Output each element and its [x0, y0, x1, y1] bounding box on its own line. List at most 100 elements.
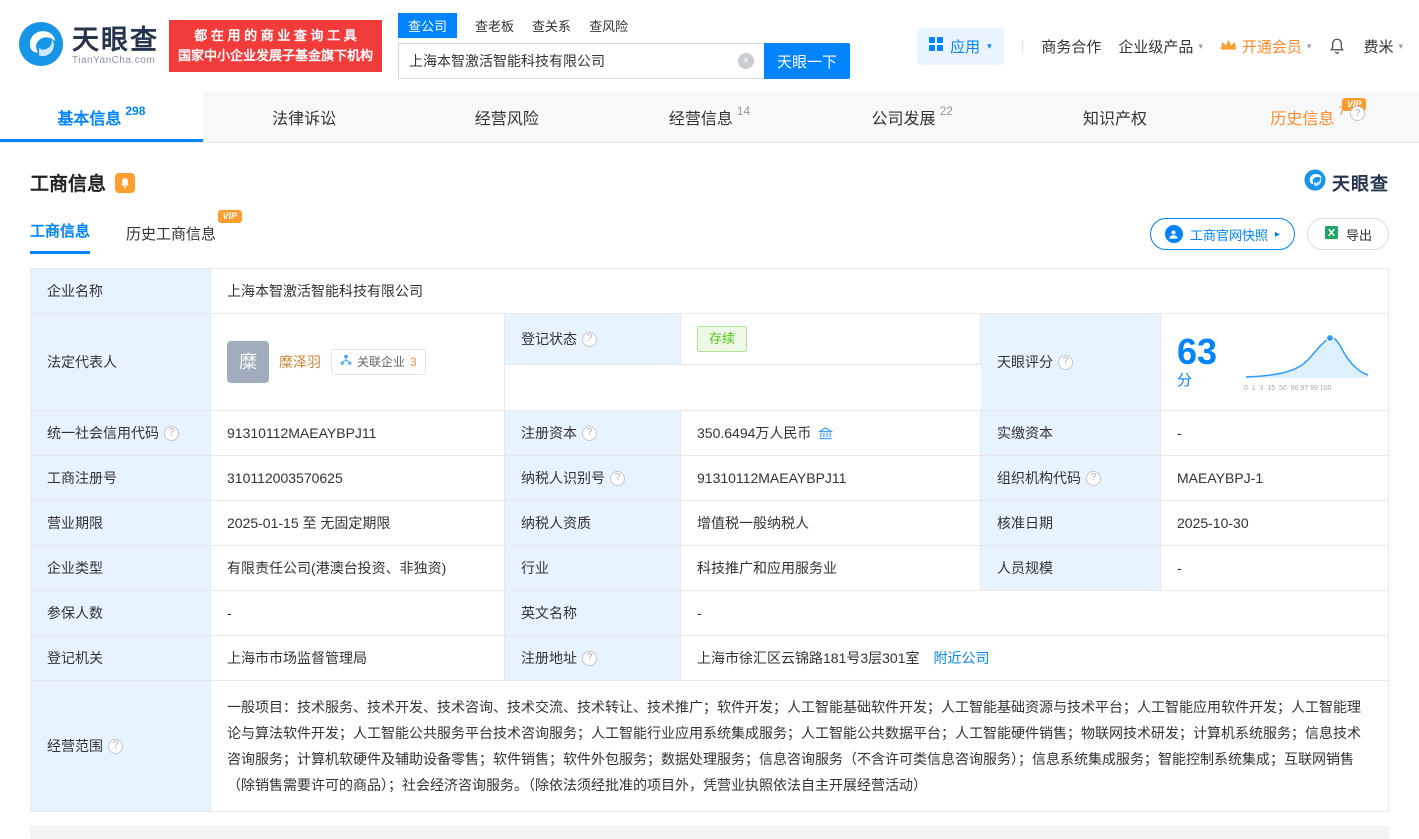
legal-rep-label: 法定代表人 [31, 314, 211, 410]
search-tab-boss[interactable]: 查老板 [475, 13, 514, 38]
subtab-history-business-info[interactable]: VIP 历史工商信息 [126, 210, 243, 254]
taxpayer-qualification-value: 增值税一般纳税人 [681, 501, 981, 545]
table-row: 统一社会信用代码 ? 91310112MAEAYBPJ11 注册资本 ? 350… [31, 411, 1388, 456]
section-title-row: 工商信息 天眼查 [30, 169, 1389, 196]
table-row: 登记机关 上海市市场监督管理局 注册地址 ? 上海市徐汇区云锦路181号3层30… [31, 636, 1388, 681]
help-icon[interactable]: ? [1058, 354, 1073, 370]
tab-label: 基本信息 [57, 111, 122, 128]
reg-number-value: 310112003570625 [211, 456, 505, 500]
search-area: 查公司 查老板 查关系 查风险 × 天眼一下 [398, 13, 851, 79]
capital-bank-icon[interactable] [818, 426, 834, 441]
tab-count: 22 [939, 104, 953, 118]
watermark-text: 天眼查 [1332, 173, 1389, 194]
search-button[interactable]: 天眼一下 [764, 43, 851, 79]
arrow-right-icon: ▸ [1274, 228, 1280, 240]
vip-label: 开通会员 [1241, 38, 1302, 56]
status-badge: 存续 [697, 326, 748, 352]
tab-business-risk[interactable]: 经营风险 [405, 92, 608, 142]
tab-business-info[interactable]: 经营信息 14 [608, 92, 811, 142]
apps-button[interactable]: 应用 ▾ [917, 27, 1004, 65]
registered-address-value: 上海市徐汇区云锦路181号3层301室 附近公司 [697, 648, 990, 668]
company-name-value: 上海本智激活智能科技有限公司 [227, 283, 423, 299]
subscribe-bell-icon[interactable] [115, 172, 136, 193]
table-row: 企业名称 上海本智激活智能科技有限公司 [31, 269, 1388, 314]
english-name-value: - [697, 605, 702, 621]
excel-icon [1324, 225, 1339, 243]
page-footer-strip [30, 826, 1389, 839]
tab-intellectual-property[interactable]: 知识产权 [1014, 92, 1217, 142]
company-type-label: 企业类型 [31, 546, 211, 590]
company-type-value: 有限责任公司(港澳台投资、非独资) [211, 546, 505, 590]
help-icon[interactable]: ? [582, 331, 597, 347]
score-value: 63分 0 1 3 15 50 86 97 99 100 [1161, 314, 1388, 410]
search-tab-risk[interactable]: 查风险 [589, 13, 628, 38]
chevron-down-icon: ▾ [987, 40, 992, 51]
tab-label: 公司发展 [871, 111, 936, 128]
enterprise-products-link[interactable]: 企业级产品 ▾ [1118, 36, 1203, 57]
nearby-companies-link[interactable]: 附近公司 [934, 648, 990, 668]
section-actions: 工商官网快照 ▸ 导出 [1149, 218, 1389, 254]
official-snapshot-button[interactable]: 工商官网快照 ▸ [1149, 218, 1295, 250]
tab-basic-info[interactable]: 基本信息 298 [0, 92, 203, 142]
main-content: 工商信息 天眼查 工商信息 VIP 历史工商信息 工商官网快照 ▸ 导出 企业名… [0, 143, 1419, 839]
export-button[interactable]: 导出 [1306, 218, 1389, 250]
taxpayer-id-label: 纳税人识别号 ? [505, 456, 681, 500]
related-companies-badge[interactable]: 关联企业 3 [331, 349, 426, 375]
tab-company-development[interactable]: 公司发展 22 [811, 92, 1014, 142]
help-icon[interactable]: ? [582, 650, 597, 666]
business-term-value: 2025-01-15 至 无固定期限 [211, 501, 505, 545]
enterprise-label: 企业级产品 [1118, 38, 1194, 56]
legal-rep-value: 糜 糜泽羽 关联企业 3 [211, 314, 505, 410]
help-icon[interactable]: ? [108, 738, 123, 754]
english-name-label: 英文名称 [505, 591, 681, 635]
tab-count: 7 [1338, 104, 1346, 118]
credit-code-value: 91310112MAEAYBPJ11 [211, 411, 505, 455]
vip-membership-link[interactable]: 开通会员 ▾ [1220, 36, 1312, 57]
tab-label: 法律诉讼 [272, 111, 337, 128]
slogan-banner: 都 在 用 的 商 业 查 询 工 具 国家中小企业发展子基金旗下机构 [169, 19, 383, 73]
score-unit: 分 [1177, 371, 1193, 389]
industry-label: 行业 [505, 546, 681, 590]
logo-text: 天眼查 TianYanCha.com [72, 24, 159, 66]
help-icon[interactable]: ? [1350, 105, 1366, 121]
search-tab-company[interactable]: 查公司 [398, 13, 458, 38]
logo-name: 天眼查 [72, 24, 159, 55]
staff-size-label: 人员规模 [981, 546, 1161, 590]
business-scope-label: 经营范围 ? [31, 681, 211, 811]
user-menu[interactable]: 费米 ▾ [1363, 36, 1403, 57]
search-tab-relation[interactable]: 查关系 [532, 13, 571, 38]
chevron-down-icon: ▾ [1306, 40, 1312, 51]
help-icon[interactable]: ? [164, 425, 179, 441]
cooperation-link[interactable]: 商务合作 [1041, 36, 1101, 57]
clear-search-icon[interactable]: × [738, 53, 755, 69]
credit-code-label: 统一社会信用代码 ? [31, 411, 211, 455]
reg-status-value: 存续 [681, 314, 981, 365]
score-axis-labels: 0 1 3 15 50 86 97 99 100 [1244, 384, 1332, 392]
taxpayer-qualification-label: 纳税人资质 [505, 501, 681, 545]
score-number: 63 [1177, 330, 1218, 372]
tab-legal-proceedings[interactable]: 法律诉讼 [203, 92, 406, 142]
tab-label: 知识产权 [1082, 111, 1147, 128]
apps-grid-icon [929, 37, 944, 55]
help-icon[interactable]: ? [1086, 470, 1101, 486]
avatar[interactable]: 糜 [227, 341, 269, 383]
tab-label: 经营信息 [668, 111, 733, 128]
score-curve-chart: 0 1 3 15 50 86 97 99 100 [1244, 333, 1372, 392]
tianyancha-logo[interactable]: 天眼查 TianYanCha.com [18, 21, 159, 72]
vip-badge: VIP [217, 210, 243, 223]
legal-rep-name-link[interactable]: 糜泽羽 [279, 352, 321, 372]
staff-size-value: - [1177, 560, 1182, 576]
tab-label: 历史信息 [1270, 111, 1335, 128]
help-icon[interactable]: ? [610, 470, 625, 486]
registered-address-label: 注册地址 ? [505, 636, 681, 680]
search-input[interactable] [398, 43, 765, 79]
registration-authority-value: 上海市市场监督管理局 [211, 636, 505, 680]
tab-history-info[interactable]: VIP 历史信息 7 ? [1216, 92, 1419, 142]
subtab-business-info[interactable]: 工商信息 [30, 220, 91, 254]
tab-count: 298 [125, 104, 146, 118]
business-term-label: 营业期限 [31, 501, 211, 545]
related-label: 关联企业 [357, 355, 406, 369]
slogan-line1: 都 在 用 的 商 业 查 询 工 具 [194, 27, 357, 43]
help-icon[interactable]: ? [582, 425, 597, 441]
notification-bell-icon[interactable] [1328, 37, 1346, 55]
